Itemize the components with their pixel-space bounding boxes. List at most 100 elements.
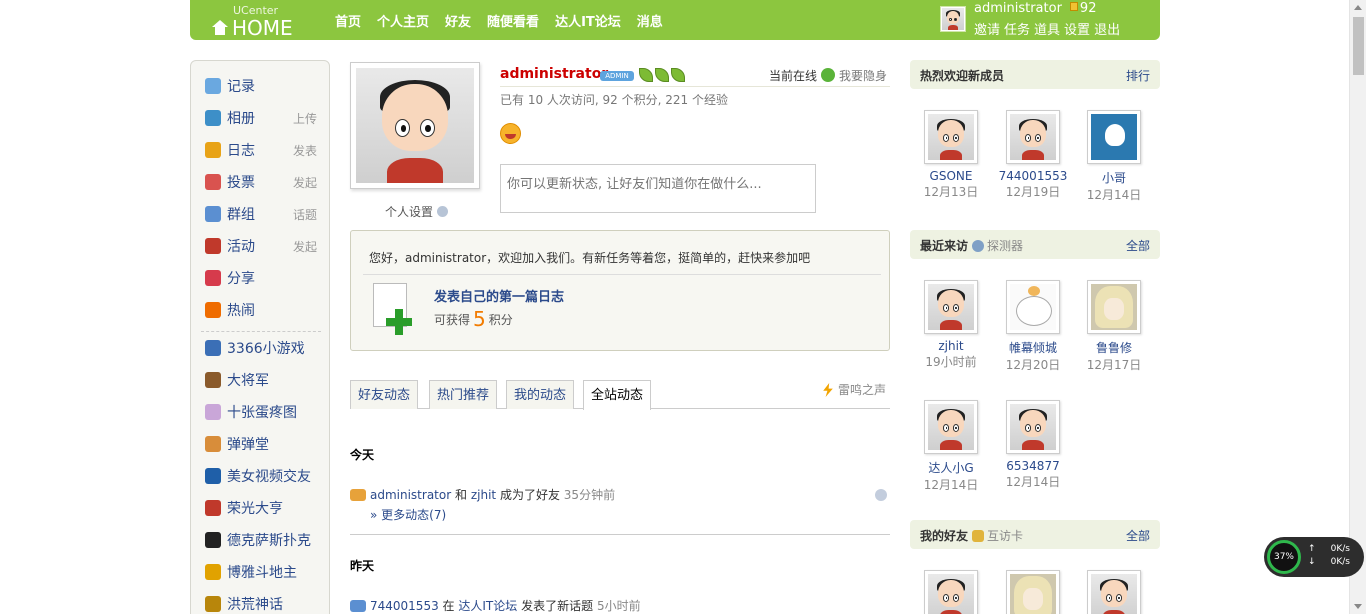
tab-site-feed[interactable]: 全站动态 [583, 380, 652, 410]
member-name[interactable]: 达人小G [916, 459, 986, 476]
more-feeds-link[interactable]: » 更多动态(7) [370, 506, 446, 523]
user-avatar[interactable] [940, 6, 966, 32]
tab-friend-feed[interactable]: 好友动态 [350, 380, 419, 409]
nav-profile[interactable]: 个人主页 [377, 11, 429, 30]
visit-card-link[interactable]: 互访卡 [972, 529, 1023, 543]
member-name[interactable]: 744001553 [998, 169, 1068, 183]
nav-home[interactable]: 首页 [335, 11, 361, 30]
sidebar-item-album[interactable]: 相册 上传 [205, 108, 317, 128]
member-card[interactable]: 帷幕倾城 12月20日 [998, 280, 1068, 373]
visitors-all-link[interactable]: 全部 [1126, 237, 1150, 254]
member-card[interactable]: GSONE 12月13日 [916, 110, 986, 200]
member-card[interactable]: 小哥 12月14日 [1079, 110, 1149, 203]
member-avatar[interactable] [1006, 280, 1060, 334]
sidebar-item-action[interactable]: 发起 [293, 238, 317, 255]
tab-hot[interactable]: 热门推荐 [429, 380, 498, 409]
member-avatar[interactable] [1006, 110, 1060, 164]
member-name[interactable]: 帷幕倾城 [998, 339, 1068, 356]
sidebar-app-general[interactable]: 大将军 [205, 370, 317, 390]
member-name[interactable]: GSONE [916, 169, 986, 183]
sidebar-item-label: 群组 [227, 207, 255, 223]
scroll-down-icon[interactable] [1354, 604, 1362, 609]
sidebar-item-event[interactable]: 活动 发起 [205, 236, 317, 256]
feed-day-today: 今天 [350, 448, 375, 462]
friend-card[interactable] [1079, 570, 1149, 614]
smiley-icon[interactable] [500, 123, 521, 144]
nav-forum[interactable]: 达人IT论坛 [555, 11, 621, 30]
myth-icon [205, 596, 221, 612]
invite-link[interactable]: 邀请 [974, 23, 1000, 38]
status-input[interactable] [500, 164, 816, 213]
thunder-link[interactable]: 雷鸣之声 [822, 381, 886, 398]
scroll-up-icon[interactable] [1354, 5, 1362, 10]
detector-link[interactable]: 探测器 [972, 239, 1023, 253]
member-avatar[interactable] [924, 110, 978, 164]
member-avatar[interactable] [1087, 280, 1141, 334]
friends-all-link[interactable]: 全部 [1126, 527, 1150, 544]
sidebar-item-poll[interactable]: 投票 发起 [205, 172, 317, 192]
sidebar-app-ddt[interactable]: 弹弹堂 [205, 434, 317, 454]
task-title-link[interactable]: 发表自己的第一篇日志 [434, 286, 564, 305]
network-speed-widget[interactable]: 37% ↑ 0K/s ↓ 0K/s [1264, 537, 1364, 577]
member-name[interactable]: 6534877 [998, 459, 1068, 473]
profile-name[interactable]: administrator [500, 66, 608, 82]
friend-avatar[interactable] [1087, 570, 1141, 614]
sidebar-item-share[interactable]: 分享 [205, 268, 317, 288]
member-avatar[interactable] [1087, 110, 1141, 164]
nav-messages[interactable]: 消息 [637, 11, 663, 30]
task-link[interactable]: 任务 [1004, 23, 1030, 38]
profile-avatar[interactable] [350, 62, 480, 189]
house-icon [212, 20, 228, 36]
sidebar-item-hot[interactable]: 热闹 [205, 300, 317, 320]
sidebar-app-landlord[interactable]: 博雅斗地主 [205, 562, 317, 582]
sidebar-item-action[interactable]: 发表 [293, 142, 317, 159]
sidebar-item-group[interactable]: 群组 话题 [205, 204, 317, 224]
sidebar-app-myth[interactable]: 洪荒神话 [205, 594, 317, 614]
online-status: 当前在线 我要隐身 [769, 67, 887, 84]
nav-explore[interactable]: 随便看看 [487, 11, 539, 30]
nav-friends[interactable]: 好友 [445, 11, 471, 30]
sidebar-item-label: 分享 [227, 271, 255, 287]
sidebar-app-poker[interactable]: 德克萨斯扑克 [205, 530, 317, 550]
friend-card[interactable] [916, 570, 986, 614]
feed-menu-icon[interactable] [875, 489, 887, 501]
logo-title: HOME [232, 16, 293, 40]
member-card[interactable]: 6534877 12月14日 [998, 400, 1068, 490]
sidebar-app-video[interactable]: 美女视频交友 [205, 466, 317, 486]
personal-settings-link[interactable]: 个人设置 [385, 203, 449, 220]
ranking-link[interactable]: 排行 [1126, 67, 1150, 84]
props-link[interactable]: 道具 [1034, 23, 1060, 38]
sidebar-item-blog[interactable]: 日志 发表 [205, 140, 317, 160]
user-name-link[interactable]: administrator [974, 1, 1062, 16]
sidebar-app-pictures[interactable]: 十张蛋疼图 [205, 402, 317, 422]
sidebar-item-action[interactable]: 上传 [293, 110, 317, 127]
friend-avatar[interactable] [924, 570, 978, 614]
member-avatar[interactable] [924, 280, 978, 334]
settings-link[interactable]: 设置 [1064, 23, 1090, 38]
member-name[interactable]: zjhit [916, 339, 986, 353]
pictures-icon [205, 404, 221, 420]
member-name[interactable]: 小哥 [1079, 169, 1149, 186]
friend-avatar[interactable] [1006, 570, 1060, 614]
sidebar-item-action[interactable]: 话题 [293, 206, 317, 223]
page-scrollbar[interactable] [1349, 0, 1366, 614]
member-card[interactable]: 744001553 12月19日 [998, 110, 1068, 200]
member-card[interactable]: 鲁鲁修 12月17日 [1079, 280, 1149, 373]
go-invisible-link[interactable]: 我要隐身 [839, 69, 887, 83]
sidebar-app-game-3366[interactable]: 3366小游戏 [205, 338, 317, 358]
logout-link[interactable]: 退出 [1094, 23, 1120, 38]
friend-card[interactable] [998, 570, 1068, 614]
sidebar-app-tycoon[interactable]: 荣光大亨 [205, 498, 317, 518]
task-box: 您好，administrator，欢迎加入我们。有新任务等着您，挺简单的，赶快来… [350, 230, 890, 351]
sidebar-item-action[interactable]: 发起 [293, 174, 317, 191]
member-card[interactable]: 达人小G 12月14日 [916, 400, 986, 493]
member-name[interactable]: 鲁鲁修 [1079, 339, 1149, 356]
member-avatar[interactable] [1006, 400, 1060, 454]
tab-my-feed[interactable]: 我的动态 [506, 380, 575, 409]
member-avatar[interactable] [924, 400, 978, 454]
member-card[interactable]: zjhit 19小时前 [916, 280, 986, 370]
visitors-header: 最近来访 探测器 全部 [910, 230, 1160, 259]
download-speed: 0K/s [1330, 557, 1350, 567]
sidebar-item-record[interactable]: 记录 [205, 76, 317, 96]
scroll-thumb[interactable] [1353, 17, 1364, 75]
